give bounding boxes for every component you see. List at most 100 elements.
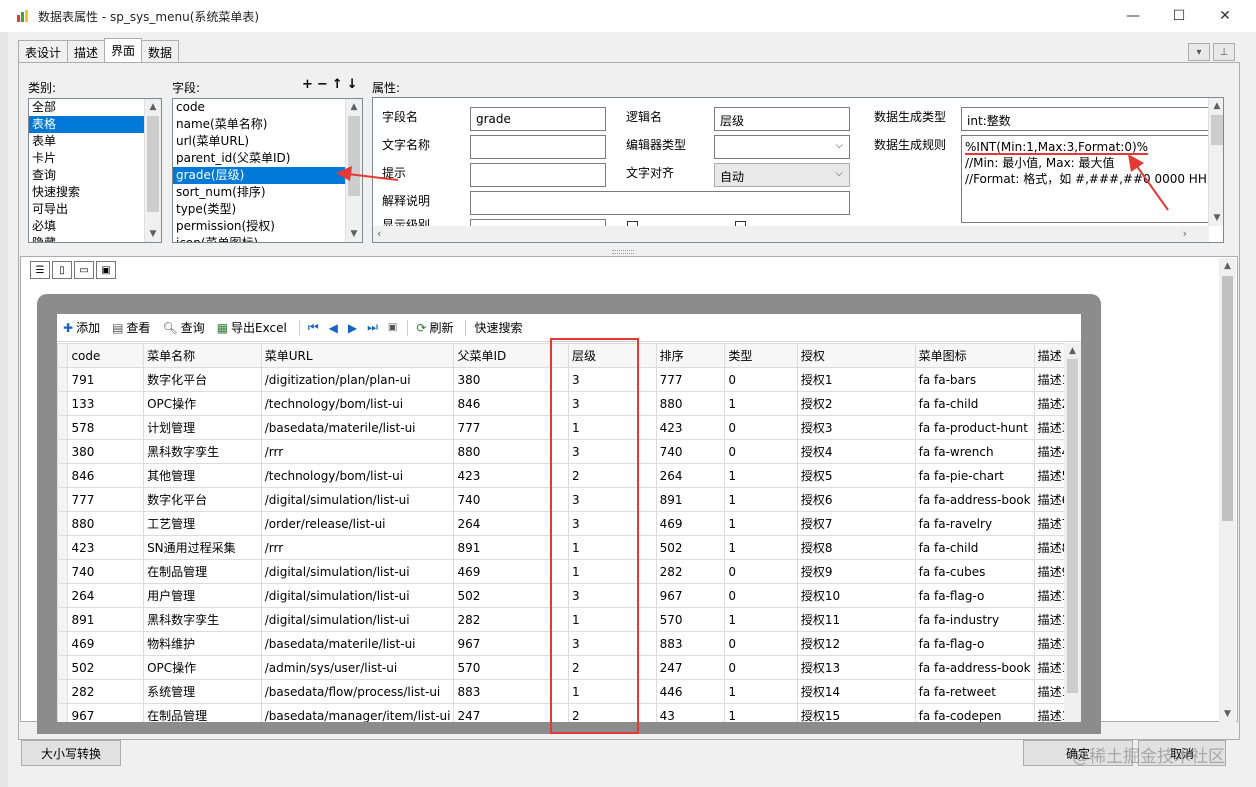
table-cell[interactable]: 授权2 — [796, 391, 916, 416]
table-cell[interactable]: 570 — [655, 607, 726, 632]
fields-list[interactable]: code name(菜单名称) url(菜单URL) parent_id(父菜单… — [172, 98, 363, 243]
table-cell[interactable]: OPC操作 — [143, 391, 262, 416]
text-align-select[interactable]: 自动 ⌵ — [714, 163, 850, 187]
table-cell[interactable]: /digital/simulation/list-ui — [260, 583, 455, 608]
table-cell[interactable]: fa fa-product-hunt — [914, 415, 1035, 440]
table-cell[interactable]: /technology/bom/list-ui — [260, 391, 455, 416]
list-item[interactable]: sort_num(排序) — [173, 184, 362, 201]
table-cell[interactable]: 在制品管理 — [143, 559, 262, 584]
maximize-button[interactable]: ☐ — [1156, 0, 1202, 32]
table-cell[interactable]: 502 — [655, 535, 726, 560]
table-cell[interactable]: fa fa-child — [914, 391, 1035, 416]
table-cell[interactable]: fa fa-flag-o — [914, 631, 1035, 656]
table-cell[interactable]: 0 — [724, 367, 798, 392]
table-cell[interactable]: 777 — [655, 367, 726, 392]
mobile-view-icon[interactable]: ▯ — [52, 261, 72, 279]
row-header[interactable] — [57, 391, 69, 416]
table-cell[interactable]: SN通用过程采集 — [143, 535, 262, 560]
table-cell[interactable]: 1 — [724, 511, 798, 536]
column-header[interactable]: code — [67, 343, 145, 368]
properties-vscroll[interactable]: ▲ ▼ — [1208, 98, 1223, 226]
row-header[interactable] — [57, 703, 69, 722]
scroll-thumb[interactable] — [1211, 115, 1223, 145]
category-list[interactable]: 全部 表格 表单 卡片 查询 快速搜索 可导出 必填 隐藏 ▲ ▼ — [28, 98, 162, 243]
table-cell[interactable]: /digitization/plan/plan-ui — [260, 367, 455, 392]
table-cell[interactable]: /digital/simulation/list-ui — [260, 607, 455, 632]
preview-scrollbar[interactable]: ▲ ▼ — [1219, 258, 1236, 722]
table-cell[interactable]: OPC操作 — [143, 655, 262, 680]
table-cell[interactable]: 469 — [67, 631, 145, 656]
desc-input[interactable] — [470, 191, 850, 215]
table-cell[interactable]: 791 — [67, 367, 145, 392]
table-cell[interactable]: 授权11 — [796, 607, 916, 632]
table-cell[interactable]: 43 — [655, 703, 726, 722]
column-header[interactable]: 菜单URL — [260, 343, 455, 368]
table-cell[interactable]: /basedata/manager/item/list-ui — [260, 703, 455, 722]
table-cell[interactable]: 物料维护 — [143, 631, 262, 656]
row-header[interactable] — [57, 367, 69, 392]
list-item[interactable]: 表单 — [29, 133, 161, 150]
tab-table-design[interactable]: 表设计 — [18, 40, 69, 62]
scroll-right-icon[interactable]: › — [1183, 227, 1187, 240]
table-cell[interactable]: /basedata/materile/list-ui — [260, 631, 455, 656]
scroll-up-icon[interactable]: ▲ — [145, 99, 161, 115]
table-cell[interactable]: 0 — [724, 439, 798, 464]
table-cell[interactable]: 880 — [67, 511, 145, 536]
table-cell[interactable]: 891 — [67, 607, 145, 632]
table-cell[interactable]: 用户管理 — [143, 583, 262, 608]
row-header[interactable] — [57, 487, 69, 512]
list-item[interactable]: 卡片 — [29, 150, 161, 167]
add-button[interactable]: ✚ 添加 — [63, 319, 100, 336]
table-cell[interactable]: 1 — [724, 463, 798, 488]
gen-rule-textarea[interactable]: %INT(Min:1,Max:3,Format:0)% //Min: 最小值, … — [961, 135, 1209, 223]
table-cell[interactable]: 其他管理 — [143, 463, 262, 488]
table-cell[interactable]: 授权8 — [796, 535, 916, 560]
list-item[interactable]: parent_id(父菜单ID) — [173, 150, 362, 167]
list-item[interactable]: grade(层级) — [173, 167, 362, 184]
row-header[interactable] — [57, 583, 69, 608]
table-cell[interactable]: 967 — [67, 703, 145, 722]
table-cell[interactable]: 282 — [655, 559, 726, 584]
list-item[interactable]: 表格 — [29, 116, 161, 133]
table-cell[interactable]: 578 — [67, 415, 145, 440]
table-cell[interactable]: 1 — [724, 703, 798, 722]
scroll-down-icon[interactable]: ▼ — [1209, 210, 1223, 226]
row-header[interactable] — [57, 463, 69, 488]
tab-interface[interactable]: 界面 — [104, 38, 143, 62]
table-cell[interactable]: 计划管理 — [143, 415, 262, 440]
table-cell[interactable]: 授权4 — [796, 439, 916, 464]
table-cell[interactable]: 0 — [724, 655, 798, 680]
table-cell[interactable]: 黑科数字孪生 — [143, 439, 262, 464]
tablet-view-icon[interactable]: ▭ — [74, 261, 94, 279]
table-cell[interactable]: 446 — [655, 679, 726, 704]
scroll-up-icon[interactable]: ▲ — [1219, 258, 1236, 274]
table-cell[interactable]: 授权1 — [796, 367, 916, 392]
table-cell[interactable]: 502 — [67, 655, 145, 680]
list-item[interactable]: 快速搜索 — [29, 184, 161, 201]
table-cell[interactable]: 1 — [724, 679, 798, 704]
properties-hscroll[interactable]: ‹ › — [373, 226, 1209, 242]
gen-type-input[interactable]: int:整数 — [961, 107, 1209, 131]
table-cell[interactable]: /rrr — [260, 535, 455, 560]
column-header[interactable]: 菜单图标 — [914, 343, 1035, 368]
row-header[interactable] — [57, 535, 69, 560]
logic-name-input[interactable]: 层级 — [714, 107, 850, 131]
scroll-down-icon[interactable]: ▼ — [1219, 706, 1236, 722]
table-cell[interactable]: fa fa-codepen — [914, 703, 1035, 722]
table-cell[interactable]: /basedata/materile/list-ui — [260, 415, 455, 440]
table-cell[interactable]: /rrr — [260, 439, 455, 464]
scroll-down-icon[interactable]: ▼ — [145, 226, 161, 242]
display-level-input[interactable] — [470, 219, 606, 226]
text-name-input[interactable] — [470, 135, 606, 159]
close-button[interactable]: ✕ — [1202, 0, 1248, 32]
next-page-icon[interactable]: ▶ — [348, 321, 357, 335]
table-cell[interactable]: 工艺管理 — [143, 511, 262, 536]
list-item[interactable]: 全部 — [29, 99, 161, 116]
table-cell[interactable]: 264 — [655, 463, 726, 488]
table-cell[interactable]: /order/release/list-ui — [260, 511, 455, 536]
hint-input[interactable] — [470, 163, 606, 187]
grid-scrollbar[interactable]: ▲ — [1064, 343, 1081, 722]
table-cell[interactable]: 469 — [655, 511, 726, 536]
table-cell[interactable]: 1 — [724, 535, 798, 560]
list-item[interactable]: name(菜单名称) — [173, 116, 362, 133]
